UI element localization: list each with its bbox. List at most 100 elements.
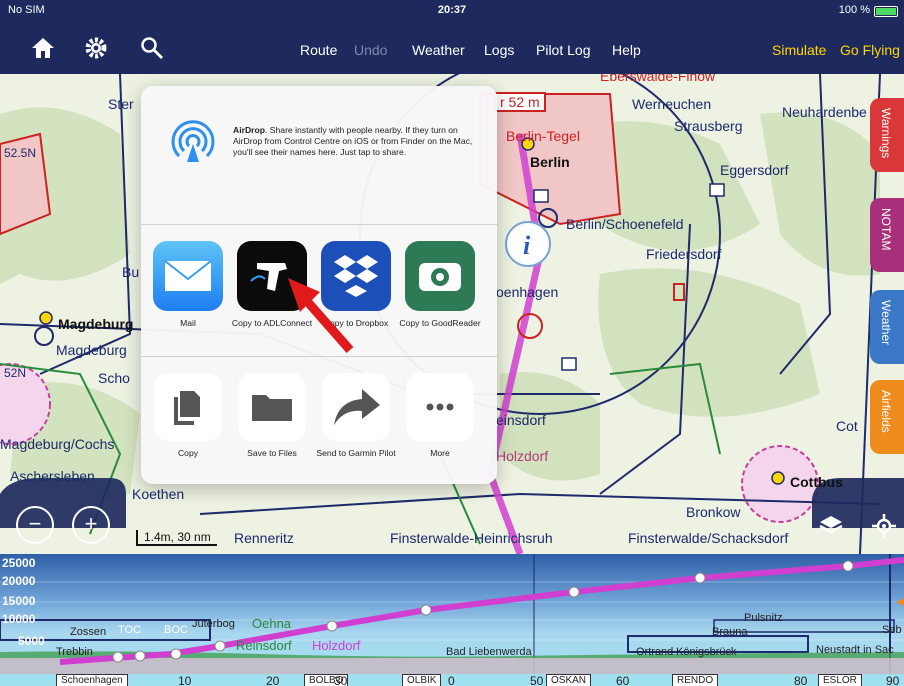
- tab-warnings[interactable]: Warnings: [870, 98, 904, 172]
- red-arrow-annotation: [288, 278, 354, 353]
- mail-icon: [164, 260, 212, 291]
- search-icon[interactable]: [140, 36, 166, 60]
- waypoint-label[interactable]: OSKAN: [546, 674, 592, 686]
- map-label-schoenhagen: oenhagen: [496, 284, 559, 300]
- map-label-eberswalde: Eberswalde-Finow: [600, 74, 716, 84]
- pilot-log-tab[interactable]: Pilot Log: [536, 42, 590, 58]
- profile-label-toc: TOC: [118, 624, 142, 636]
- weather-tab[interactable]: Weather: [412, 42, 465, 58]
- mail-label: Mail: [180, 318, 196, 328]
- vertical-profile[interactable]: 25000 20000 15000 10000 5000 Zossen TOC …: [0, 554, 904, 686]
- clock: 20:37: [437, 4, 467, 16]
- simulate-button[interactable]: Simulate: [772, 42, 826, 58]
- altitude-label: 25000: [2, 556, 36, 570]
- airdrop-description: AirDrop. Share instantly with people nea…: [233, 125, 483, 158]
- map-scale: 1.4m, 30 nm: [136, 530, 217, 546]
- folder-icon: [252, 395, 292, 421]
- altitude-label: 10000: [2, 612, 36, 626]
- layers-icon[interactable]: [818, 514, 844, 536]
- map-label-magdeburg-city: Magdeburg: [56, 342, 127, 358]
- map-label-renneritz: Renneritz: [234, 530, 294, 546]
- map-label-lat-52-5: 52.5N: [4, 146, 37, 160]
- waypoint-label[interactable]: RENDO: [672, 674, 719, 686]
- airdrop-body: . Share instantly with people nearby. If…: [233, 125, 473, 157]
- logs-tab[interactable]: Logs: [484, 42, 514, 58]
- goodreader-icon: [419, 263, 461, 291]
- map-label-magdeburg: Magdeburg: [58, 316, 134, 332]
- share-arrow-icon: [334, 389, 380, 425]
- map-label-strausberg: Strausberg: [674, 118, 743, 134]
- map-label-ster: Ster: [108, 96, 134, 112]
- map-label-schoenefeld: Berlin/Schoenefeld: [566, 216, 684, 232]
- profile-label-zossen: Zossen: [70, 626, 107, 638]
- more-label: More: [430, 448, 450, 458]
- map-label-koethen: Koethen: [132, 486, 185, 502]
- tab-airfields[interactable]: Airfields: [870, 380, 904, 454]
- map-label-berlin: Berlin: [530, 154, 570, 170]
- map-label-eggersdorf: Eggersdorf: [720, 162, 789, 178]
- home-icon[interactable]: [30, 36, 56, 60]
- send-to-garmin-label: Send to Garmin Pilot: [316, 448, 396, 458]
- map-label-einsdorf: einsdorf: [496, 412, 546, 428]
- waypoint-label[interactable]: ESLOR: [818, 674, 862, 686]
- map-label-finsterwalde-heinrichsruh: Finsterwalde-Heinrichsruh: [390, 530, 553, 546]
- profile-label-seb: Seb: [882, 624, 902, 636]
- save-to-files-label: Save to Files: [247, 448, 297, 458]
- help-tab[interactable]: Help: [612, 42, 641, 58]
- airdrop-title: AirDrop: [233, 125, 265, 135]
- more-icon: [426, 403, 454, 411]
- profile-label-bad-liebenwerda: Bad Liebenwerda: [446, 646, 532, 658]
- zoom-out-button[interactable]: −: [16, 506, 54, 544]
- zoom-in-button[interactable]: +: [72, 506, 110, 544]
- profile-label-juterbog: Jüterbog: [192, 618, 235, 630]
- status-bar: No SIM 20:37 100 %: [0, 0, 904, 22]
- app: No SIM 20:37 100 % Route Undo Weather Lo…: [0, 0, 904, 686]
- distance-tick: 80: [794, 674, 808, 686]
- profile-label-reinsdorf: Reinsdorf: [236, 638, 292, 653]
- copy-icon: [174, 391, 200, 425]
- waypoint-label[interactable]: Schoenhagen: [56, 674, 128, 686]
- route-tab[interactable]: Route: [300, 42, 337, 58]
- more-button[interactable]: [406, 373, 474, 441]
- tab-weather[interactable]: Weather: [870, 290, 904, 364]
- profile-label-trebbin: Trebbin: [56, 646, 93, 658]
- altitude-label: 5000: [18, 634, 45, 648]
- gear-icon[interactable]: [84, 36, 110, 60]
- battery-label: 100 %: [838, 4, 870, 16]
- undo-button[interactable]: Undo: [354, 42, 387, 58]
- locate-icon[interactable]: [872, 514, 896, 538]
- goodreader-label: Copy to GoodReader: [399, 318, 481, 328]
- airdrop-icon[interactable]: [167, 114, 219, 166]
- goodreader-app-button[interactable]: [405, 241, 475, 311]
- altitude-label: 20000: [2, 574, 36, 588]
- profile-label-konigsbruck: Königsbrück: [676, 646, 737, 658]
- map-label-aschersleben: Aschersleben: [10, 468, 95, 484]
- map-label-werneuchen: Werneuchen: [632, 96, 712, 112]
- distance-tick: 20: [266, 674, 280, 686]
- distance-tick: 30: [334, 674, 348, 686]
- map-label-neuhardenberg: Neuhardenbe: [782, 104, 867, 120]
- svg-text:i: i: [523, 231, 531, 260]
- go-flying-button[interactable]: Go Flying: [840, 42, 900, 58]
- send-to-garmin-button[interactable]: [322, 373, 390, 441]
- waypoint-label[interactable]: OLBIK: [402, 674, 442, 686]
- map-label-cottbus: Cottbus: [790, 474, 843, 490]
- map-label-friedersdorf: Friedersdorf: [646, 246, 722, 262]
- profile-label-holzdorf: Holzdorf: [312, 638, 361, 653]
- save-to-files-button[interactable]: [238, 373, 306, 441]
- altitude-label: 15000: [2, 594, 36, 608]
- distance-tick: 10: [178, 674, 192, 686]
- distance-tick: 90: [886, 674, 900, 686]
- map-label-cott: Cot: [836, 418, 858, 434]
- copy-action-button[interactable]: [154, 373, 222, 441]
- profile-label-neustadt: Neustadt in Sac: [816, 644, 894, 656]
- distance-axis: Schoenhagen 10 20 BOLBO 30 OLBIK 0 50 OS…: [0, 674, 904, 686]
- divider: [141, 224, 497, 225]
- profile-label-pulsnitz: Pulsnitz: [744, 612, 783, 624]
- profile-label-brauna: Brauna: [712, 626, 748, 638]
- tab-notam[interactable]: NOTAM: [870, 198, 904, 272]
- profile-label-ortrand: Ortrand: [636, 646, 674, 658]
- mail-app-button[interactable]: [153, 241, 223, 311]
- copy-label: Copy: [177, 448, 199, 458]
- map-label-altitude: r 52 m: [494, 92, 546, 112]
